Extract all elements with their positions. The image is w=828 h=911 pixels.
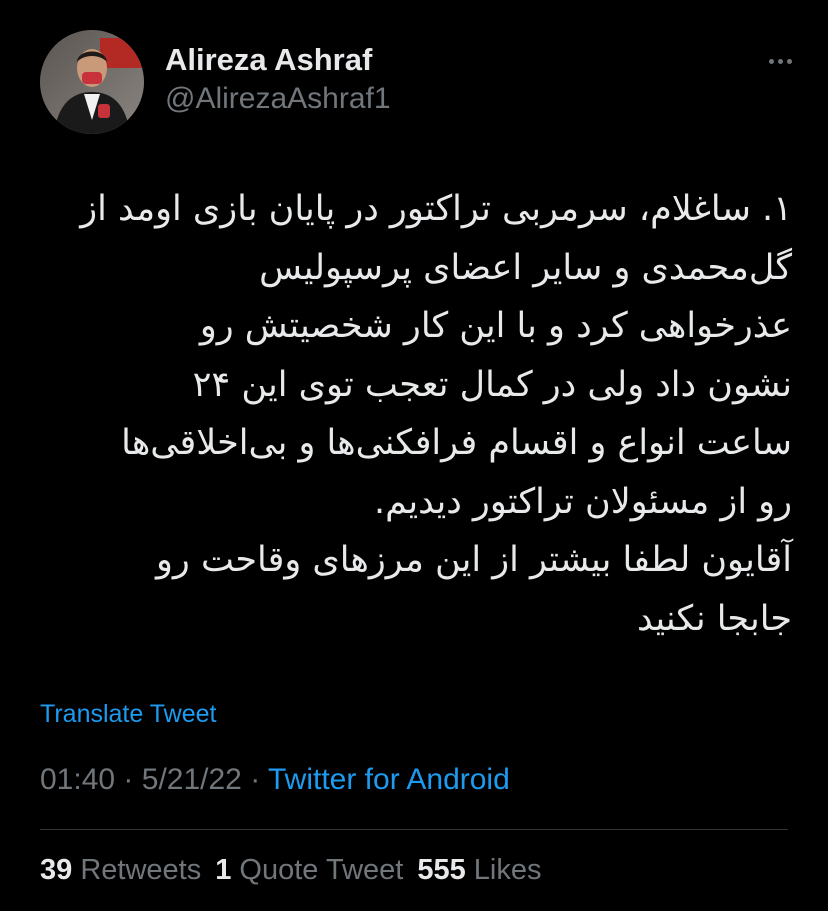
more-dot <box>768 58 774 64</box>
translate-tweet-link[interactable]: Translate Tweet <box>40 700 216 729</box>
divider <box>40 829 788 830</box>
more-dot <box>786 58 792 64</box>
display-name[interactable]: Alireza Ashraf <box>165 42 372 78</box>
engagement-stats: 39 Retweets 1 Quote Tweet 555 Likes <box>40 854 555 887</box>
tweet-line: جابجا نکنید <box>637 598 792 639</box>
meta-separator: · <box>123 763 134 796</box>
more-dot <box>777 58 783 64</box>
tweet-line: نشون داد ولی در کمال تعجب توی این ۲۴ <box>192 364 792 405</box>
quote-tweets-stat[interactable]: 1 Quote Tweet <box>215 854 403 886</box>
meta-separator: · <box>250 763 261 796</box>
tweet-meta: 01:40 · 5/21/22 · Twitter for Android <box>40 763 510 797</box>
likes-count: 555 <box>417 854 466 886</box>
tweet-date[interactable]: 5/21/22 <box>142 763 242 796</box>
likes-stat[interactable]: 555 Likes <box>417 854 541 886</box>
tweet-source-link[interactable]: Twitter for Android <box>268 763 510 796</box>
tweet-line: گل‌محمدی و سایر اعضای پرسپولیس <box>259 247 792 288</box>
tweet-line: ساعت انواع و اقسام فرافکنی‌ها و بی‌اخلاق… <box>121 423 792 463</box>
retweets-label: Retweets <box>80 854 202 886</box>
tweet-line: آقایون لطفا بیشتر از این مرزهای وقاحت رو <box>156 540 792 580</box>
retweets-stat[interactable]: 39 Retweets <box>40 854 201 886</box>
more-options-icon[interactable] <box>760 46 800 76</box>
user-handle[interactable]: @AlirezaAshraf1 <box>165 82 391 116</box>
tweet-time[interactable]: 01:40 <box>40 763 115 796</box>
likes-label: Likes <box>473 854 542 886</box>
quote-tweets-label: Quote Tweet <box>239 854 404 886</box>
tweet-header: Alireza Ashraf @AlirezaAshraf1 <box>40 30 800 136</box>
quote-tweets-count: 1 <box>215 854 232 886</box>
avatar[interactable] <box>40 30 144 134</box>
tweet-line: ۱. ساغلام، سرمربی تراکتور در پایان بازی … <box>80 189 792 229</box>
tweet-line: رو از مسئولان تراکتور دیدیم. <box>373 481 792 522</box>
tweet-line: عذرخواهی کرد و با این کار شخصیتش رو <box>199 306 792 346</box>
tweet-text: ۱. ساغلام، سرمربی تراکتور در پایان بازی … <box>40 180 792 648</box>
retweets-count: 39 <box>40 854 73 886</box>
